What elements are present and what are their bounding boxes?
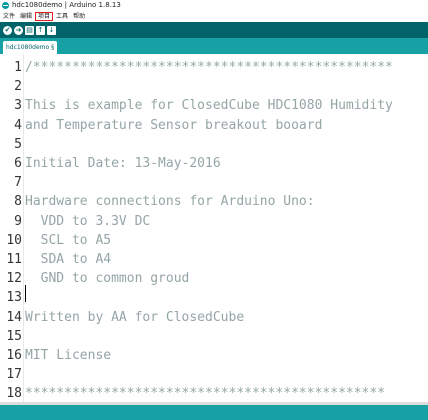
verify-button[interactable]: ✔: [3, 25, 12, 35]
code-line[interactable]: 11 SDA to A4: [0, 250, 428, 269]
line-number: 10: [6, 232, 22, 248]
line-number: 18: [6, 386, 22, 402]
menu-file[interactable]: 文件: [1, 12, 17, 21]
code-text: This is example for ClosedCube HDC1080 H…: [25, 98, 393, 114]
tab-bar: hdc1080demo §: [0, 38, 428, 54]
code-line[interactable]: 7: [0, 173, 428, 192]
arduino-logo-icon: [2, 2, 9, 9]
code-line[interactable]: 4 and Temperature Sensor breakout booard: [0, 116, 428, 135]
code-line[interactable]: 14 Written by AA for ClosedCube: [0, 308, 428, 327]
code-text: SDA to A4: [25, 252, 112, 267]
line-number: 7: [14, 175, 22, 191]
line-number: 1: [14, 60, 22, 75]
code-line[interactable]: 2: [0, 77, 428, 96]
text-cursor: [25, 285, 26, 302]
code-line[interactable]: 3 This is example for ClosedCube HDC1080 …: [0, 96, 428, 115]
code-text: Hardware connections for Arduino Uno:: [25, 194, 315, 210]
line-number: 2: [14, 79, 22, 95]
line-number: 3: [14, 98, 22, 114]
open-button[interactable]: ↑: [36, 25, 45, 35]
arrow-right-icon: ➜: [15, 25, 22, 34]
window-title: hdc1080demo | Arduino 1.8.13: [12, 1, 121, 9]
code-text: and Temperature Sensor breakout booard: [25, 117, 323, 133]
code-line[interactable]: 8 Hardware connections for Arduino Uno:: [0, 192, 428, 211]
code-line[interactable]: 6 Initial Date: 13-May-2016: [0, 154, 428, 173]
menu-edit[interactable]: 编辑: [18, 12, 34, 21]
code-editor[interactable]: 1/**************************************…: [0, 54, 428, 402]
code-line[interactable]: 10 SCL to A5: [0, 231, 428, 250]
code-line[interactable]: 16 MIT License: [0, 346, 428, 365]
line-number: 12: [6, 271, 22, 287]
code-text: ****************************************…: [25, 386, 386, 402]
code-line[interactable]: 13: [0, 288, 428, 307]
line-number: 14: [6, 309, 22, 325]
status-bar: [0, 405, 428, 420]
tab-hdc1080demo[interactable]: hdc1080demo §: [3, 41, 58, 54]
toolbar: ✔ ➜ ▤ ↑ ↓: [0, 22, 428, 38]
code-line[interactable]: 18 **************************************…: [0, 384, 428, 402]
code-line[interactable]: 5: [0, 135, 428, 154]
line-number: 6: [14, 156, 22, 171]
menu-tools[interactable]: 工具: [54, 12, 70, 21]
arrow-down-icon: ↓: [48, 25, 55, 34]
line-number: 13: [6, 290, 22, 306]
menu-bar: 文件 编辑 项目 工具 帮助: [0, 11, 428, 22]
line-number: 15: [6, 328, 22, 344]
line-number: 9: [14, 213, 22, 229]
new-button[interactable]: ▤: [25, 25, 34, 35]
line-number: 4: [14, 117, 22, 133]
title-bar: hdc1080demo | Arduino 1.8.13: [0, 0, 428, 11]
menu-sketch[interactable]: 项目: [35, 12, 54, 21]
save-button[interactable]: ↓: [47, 25, 56, 35]
code-text: Initial Date: 13-May-2016: [25, 156, 221, 171]
line-number: 17: [6, 367, 22, 383]
new-file-icon: ▤: [26, 25, 33, 34]
code-line[interactable]: 15: [0, 327, 428, 346]
line-number: 8: [14, 194, 22, 210]
line-number: 11: [6, 252, 22, 267]
code-line[interactable]: 12 GND to common groud: [0, 269, 428, 288]
code-line[interactable]: 1/**************************************…: [0, 58, 428, 77]
code-line[interactable]: 9 VDD to 3.3V DC: [0, 212, 428, 231]
code-line[interactable]: 17: [0, 365, 428, 384]
line-number: 5: [14, 136, 22, 152]
upload-button[interactable]: ➜: [14, 25, 23, 35]
code-text: SCL to A5: [25, 232, 112, 248]
code-text: MIT License: [25, 348, 112, 363]
arrow-up-icon: ↑: [37, 25, 44, 34]
code-text: GND to common groud: [25, 271, 190, 287]
code-text: /***************************************…: [25, 60, 393, 75]
menu-help[interactable]: 帮助: [71, 12, 87, 21]
code-text: Written by AA for ClosedCube: [25, 309, 245, 325]
check-icon: ✔: [4, 25, 11, 34]
line-number: 16: [6, 348, 22, 363]
code-text: VDD to 3.3V DC: [25, 213, 151, 229]
